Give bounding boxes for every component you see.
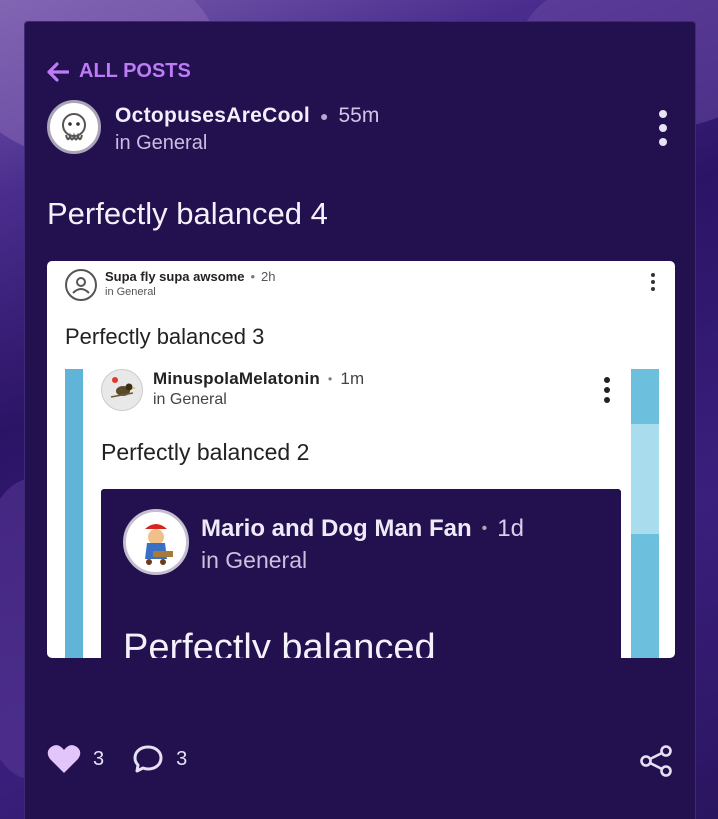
like-count: 3 [93,747,105,770]
more-vertical-icon [659,110,667,118]
separator-dot: ● [320,108,329,124]
comment-icon [133,745,163,773]
post-title: Perfectly balanced 4 [47,196,328,231]
innermost-screenshot: Mario and Dog Man Fan • 1d in General Pe… [101,489,621,658]
back-arrow-icon [47,61,69,82]
embedded-post-category: in General [105,286,156,298]
author-avatar[interactable] [47,100,101,154]
author-name[interactable]: OctopusesAreCool [115,104,310,128]
like-button[interactable]: 3 [47,744,104,774]
octopus-avatar-icon [62,113,86,141]
post-category[interactable]: in General [115,132,379,155]
nested-author-name: MinuspolaMelatonin [153,369,320,388]
comment-button[interactable]: 3 [132,744,187,774]
more-vertical-icon [651,273,655,291]
post-time: 55m [338,104,380,127]
innermost-post-time: 1d [497,515,524,542]
innermost-author-name: Mario and Dog Man Fan [201,515,472,542]
innermost-post-title: Perfectly balanced [123,627,436,658]
nested-post-category: in General [153,391,227,408]
all-posts-link[interactable]: ALL POSTS [47,60,191,83]
embedded-post-header: Supa fly supa awsome • 2h in General [65,269,275,301]
more-vertical-icon [604,377,610,403]
nested-screenshot: MinuspolaMelatonin • 1m in General Perfe… [65,369,659,658]
embedded-post-time: 2h [261,269,276,284]
post-meta: OctopusesAreCool ● 55m in General [115,100,379,155]
more-options-button[interactable] [659,110,667,146]
heart-icon [47,745,81,773]
embedded-author-name: Supa fly supa awsome [105,269,245,284]
nested-post-time: 1m [340,369,365,388]
nested-post-title: Perfectly balanced 2 [101,439,310,465]
post-actions: 3 3 [47,744,215,774]
share-button[interactable] [639,745,673,782]
bird-avatar-icon [101,369,143,411]
embedded-post-title: Perfectly balanced 3 [65,324,265,349]
mario-avatar-icon [123,509,189,575]
innermost-post-category: in General [201,547,308,573]
post-card: ALL POSTS OctopusesAreCool ● 55m in Gene… [24,21,696,819]
share-icon [640,745,672,777]
post-image[interactable]: Supa fly supa awsome • 2h in General Per… [47,261,675,658]
comment-count: 3 [176,747,188,770]
post-header: OctopusesAreCool ● 55m in General [47,100,379,155]
user-avatar-icon [65,269,97,301]
all-posts-label: ALL POSTS [79,60,191,82]
